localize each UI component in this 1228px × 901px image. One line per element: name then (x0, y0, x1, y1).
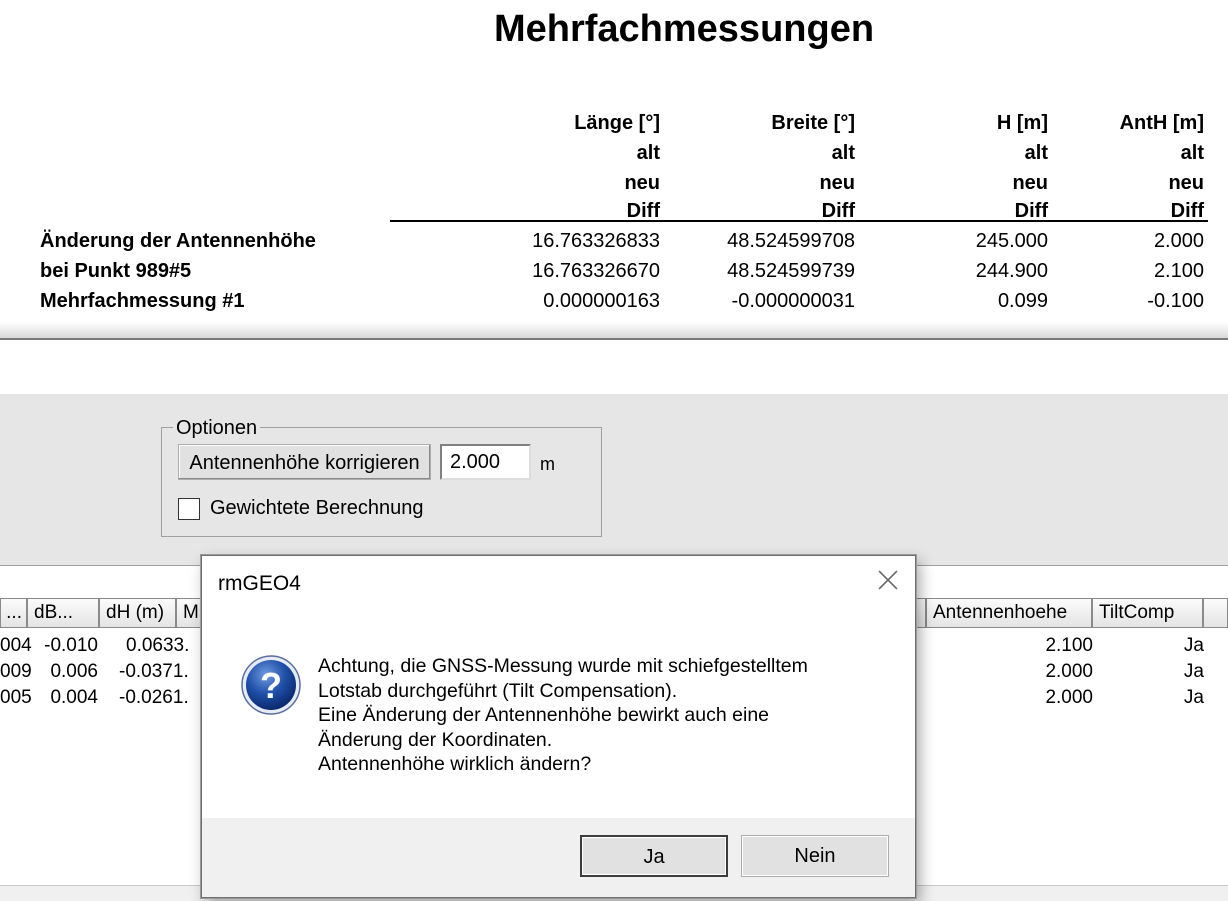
antenna-height-input[interactable]: 2.000 (440, 444, 531, 480)
col-sub-alt: alt (831, 142, 855, 164)
col-sub-neu: neu (1168, 172, 1204, 194)
col-header-breite: Breite [°] (771, 112, 855, 134)
yes-button[interactable]: Ja (580, 835, 728, 877)
report-title: Mehrfachmessungen (493, 8, 875, 50)
dialog-message-line: Änderung der Koordinaten. (318, 728, 553, 751)
panel-spacer (0, 340, 1228, 394)
grid-cell: 009 (0, 661, 32, 682)
row-label-2: bei Punkt 989#5 (40, 260, 192, 282)
grid-cell: 0.004 (50, 687, 98, 708)
grid-cell: Ja (1183, 687, 1204, 708)
weighted-calculation-checkbox[interactable] (178, 498, 200, 520)
dialog-message-line: Achtung, die GNSS-Messung wurde mit schi… (318, 655, 808, 677)
grid-header-extra (1203, 598, 1228, 628)
value-anth-neu: 2.100 (1153, 260, 1204, 282)
weighted-calculation-label[interactable]: Gewichtete Berechnung (210, 497, 423, 520)
height-unit-label: m (540, 454, 555, 474)
dialog-message: Achtung, die GNSS-Messung wurde mit schi… (318, 654, 898, 777)
col-sub-neu: neu (819, 172, 855, 194)
value-anth-alt: 2.000 (1153, 230, 1204, 252)
col-header-laenge: Länge [°] (574, 112, 660, 134)
grid-cell: -0.0261. (119, 687, 189, 708)
grid-cell: 0.006 (50, 661, 98, 682)
svg-text:?: ? (260, 665, 282, 706)
grid-cell: 2.100 (1045, 635, 1093, 656)
grid-cell: Ja (1183, 635, 1204, 656)
dialog-message-line: Eine Änderung der Antennenhöhe bewirkt a… (318, 704, 770, 726)
report-panel: Mehrfachmessungen Länge [°] alt neu Diff… (0, 0, 1228, 340)
col-sub-alt: alt (636, 142, 660, 164)
grid-header-antennenhoehe[interactable]: Antennenhoehe (926, 598, 1092, 628)
confirm-dialog: rmGEO4 ? Achtung, die GNSS-Messung wurde… (201, 555, 916, 898)
grid-cell: Ja (1183, 661, 1204, 682)
grid-cell: 005 (0, 687, 32, 708)
grid-cell: -0.0371. (119, 661, 189, 682)
close-icon[interactable] (874, 566, 902, 594)
grid-header-col[interactable]: ... (0, 598, 27, 628)
dialog-message-line: Antennenhöhe wirklich ändern? (318, 753, 592, 775)
value-breite-alt: 48.524599708 (727, 230, 855, 252)
row-label-3: Mehrfachmessung #1 (40, 290, 245, 312)
grid-cell: 2.000 (1045, 687, 1093, 708)
dialog-message-line: Lotstab durchgeführt (Tilt Compensation)… (318, 679, 678, 702)
no-button[interactable]: Nein (741, 835, 889, 877)
value-breite-neu: 48.524599739 (727, 260, 855, 282)
grid-header-dh[interactable]: dH (m) (99, 598, 176, 628)
value-breite-diff: -0.000000031 (731, 290, 855, 312)
options-legend: Optionen (173, 417, 261, 440)
grid-cell: 2.000 (1045, 661, 1093, 682)
grid-cell: 0.0633. (126, 635, 190, 656)
dialog-title: rmGEO4 (218, 572, 301, 595)
row-label-1: Änderung der Antennenhöhe (40, 230, 316, 252)
value-laenge-alt: 16.763326833 (532, 230, 660, 252)
question-icon: ? (241, 655, 301, 715)
grid-cell: 004 (0, 635, 32, 656)
col-sub-alt: alt (1180, 142, 1204, 164)
report-divider (0, 322, 1228, 340)
grid-cell: -0.010 (44, 635, 98, 656)
col-sub-neu: neu (624, 172, 660, 194)
correct-antenna-height-button[interactable]: Antennenhöhe korrigieren (178, 444, 431, 480)
grid-header-tiltcomp[interactable]: TiltComp (1092, 598, 1203, 628)
grid-header-db[interactable]: dB... (27, 598, 99, 628)
col-header-anth: AntH [m] (1119, 112, 1204, 134)
value-laenge-neu: 16.763326670 (532, 260, 660, 282)
value-laenge-diff: 0.000000163 (543, 290, 660, 312)
value-anth-diff: -0.100 (1147, 290, 1204, 312)
header-rule (390, 220, 1208, 222)
